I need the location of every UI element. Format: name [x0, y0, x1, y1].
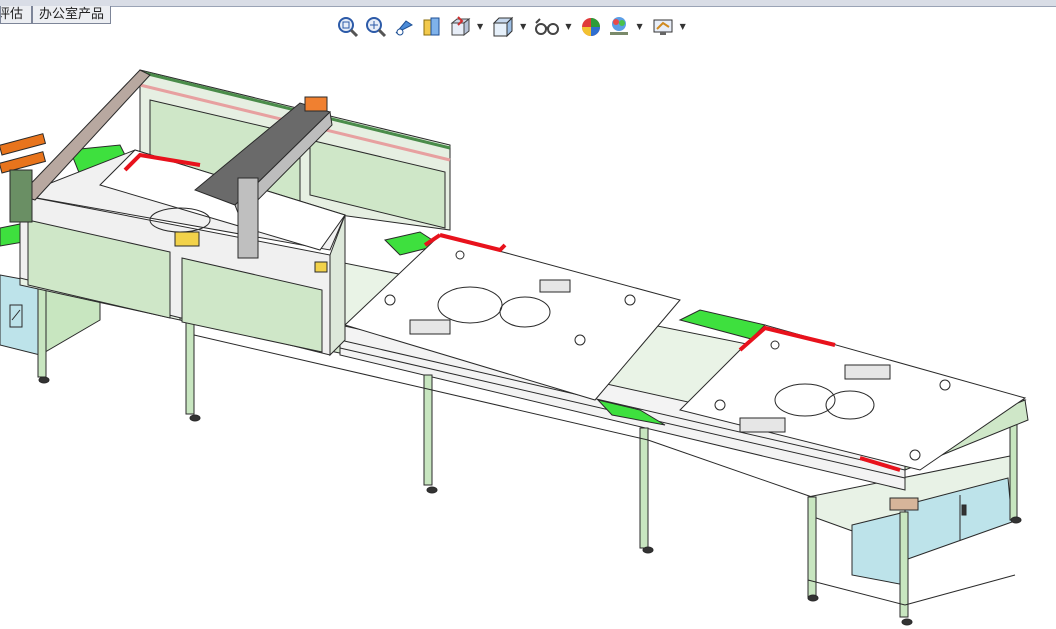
tab-office-products[interactable]: 办公室产品	[32, 6, 112, 24]
document-tabs: 评估 办公室产品	[0, 6, 112, 26]
tab-evaluate[interactable]: 评估	[0, 6, 32, 24]
conveyor-assembly-model	[0, 69, 1029, 626]
window-title-strip	[0, 0, 1056, 7]
cad-3d-viewport[interactable]	[0, 30, 1056, 629]
